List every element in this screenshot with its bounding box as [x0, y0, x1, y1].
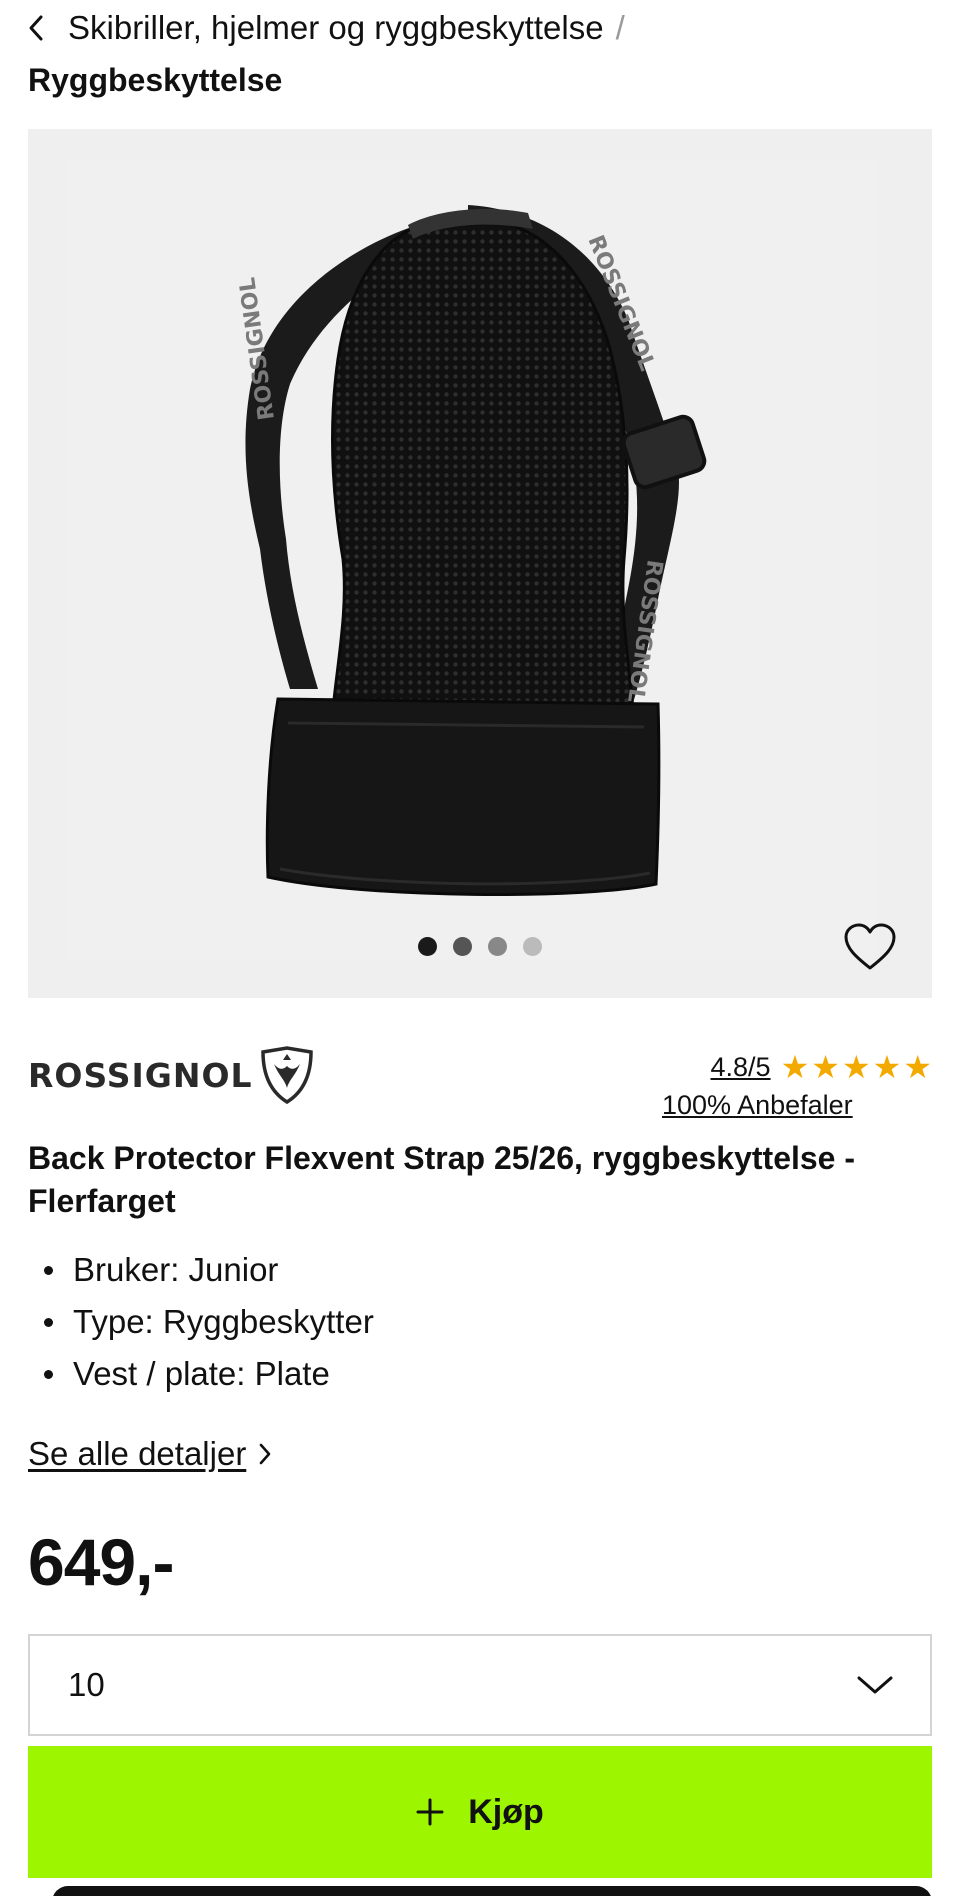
rooster-shield-icon	[260, 1046, 313, 1104]
breadcrumb-parent-link[interactable]: Skibriller, hjelmer og ryggbeskyttelse	[68, 8, 604, 48]
spec-item: Bruker: Junior	[28, 1244, 932, 1296]
spec-item: Vest / plate: Plate	[28, 1348, 932, 1400]
size-select-value: 10	[68, 1666, 105, 1703]
pagination-dot-2[interactable]	[453, 937, 472, 956]
page-title: Ryggbeskyttelse	[28, 62, 283, 98]
star-icon: ★	[841, 1048, 871, 1086]
pagination-dot-4[interactable]	[523, 937, 542, 956]
product-name: Back Protector Flexvent Strap 25/26, ryg…	[28, 1140, 856, 1219]
star-icon: ★	[872, 1048, 902, 1086]
recommend-link[interactable]: 100% Anbefaler	[662, 1090, 868, 1121]
star-rating: ★ ★ ★ ★ ★	[781, 1050, 932, 1084]
see-all-details-link[interactable]: Se alle detaljer	[28, 1432, 272, 1476]
breadcrumb-separator: /	[615, 9, 625, 46]
rating-summary: 4.8/5 ★ ★ ★ ★ ★ 100% Anbefaler	[662, 1050, 932, 1121]
star-icon: ★	[811, 1048, 840, 1086]
pagination-dot-1[interactable]	[418, 937, 437, 956]
brand-logo[interactable]: ROSSIGNOL	[28, 1046, 315, 1104]
chevron-right-icon	[258, 1442, 272, 1466]
brand-rating-row: ROSSIGNOL 4.8/5 ★ ★ ★ ★ ★ 100% Anbefaler	[28, 1044, 932, 1128]
product-image: ROSSIGNOL ROSSIGNOL ROSSIGNOL	[235, 205, 707, 896]
chevron-left-icon[interactable]	[28, 8, 52, 48]
heart-outline-icon	[844, 923, 896, 970]
product-image-gallery[interactable]: ROSSIGNOL ROSSIGNOL ROSSIGNOL	[28, 129, 932, 998]
pagination-dot-3[interactable]	[488, 937, 507, 956]
breadcrumb: Skibriller, hjelmer og ryggbeskyttelse /	[28, 8, 932, 48]
buy-button[interactable]: Kjøp	[28, 1746, 932, 1878]
brand-name: ROSSIGNOL	[28, 1055, 253, 1095]
buy-button-label: Kjøp	[468, 1792, 544, 1831]
spec-item: Type: Ryggbeskytter	[28, 1296, 932, 1348]
details-link-label: Se alle detaljer	[28, 1435, 247, 1472]
plus-icon	[416, 1798, 444, 1826]
rating-score-link[interactable]: 4.8/5	[711, 1052, 771, 1083]
image-pagination	[418, 937, 542, 956]
star-icon: ★	[780, 1048, 810, 1086]
size-select[interactable]: 10	[28, 1634, 932, 1736]
chevron-down-icon	[857, 1676, 893, 1694]
favorite-button[interactable]	[840, 919, 900, 975]
price: 649,-	[28, 1525, 174, 1599]
bottom-bar-edge	[52, 1886, 932, 1896]
spec-list: Bruker: Junior Type: Ryggbeskytter Vest …	[28, 1244, 932, 1400]
star-icon: ★	[903, 1048, 932, 1086]
